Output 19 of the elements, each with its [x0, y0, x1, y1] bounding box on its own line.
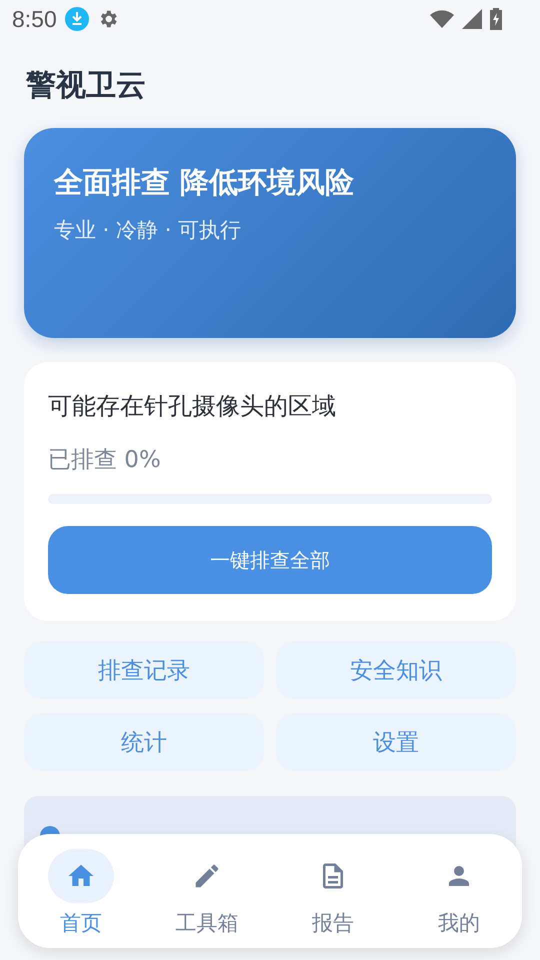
status-time: 8:50 — [12, 6, 57, 32]
hero-subtitle: 专业 · 冷静 · 可执行 — [54, 217, 242, 244]
hero-title: 全面排查 降低环境风险 — [54, 164, 356, 201]
battery-icon — [490, 8, 502, 30]
nav-tab[interactable]: 首页 — [18, 834, 144, 948]
signal-icon — [462, 9, 482, 29]
quick-action-button[interactable]: 排查记录 — [24, 641, 264, 699]
wifi-icon — [430, 9, 454, 29]
app-title: 警视卫云 — [26, 67, 147, 105]
nav-tab[interactable]: 我的 — [396, 834, 522, 948]
quick-action-button[interactable]: 设置 — [276, 713, 516, 771]
nav-tab[interactable]: 工具箱 — [144, 834, 270, 948]
nav-tab[interactable]: 报告 — [270, 834, 396, 948]
scan-all-button[interactable]: 一键排查全部 — [48, 526, 492, 594]
quick-action-button[interactable]: 安全知识 — [276, 641, 516, 699]
card-title: 可能存在针孔摄像头的区域 — [48, 391, 337, 422]
download-icon — [64, 7, 89, 31]
quick-action-button[interactable]: 统计 — [24, 713, 264, 771]
progress-label: 已排查 0% — [48, 446, 162, 475]
